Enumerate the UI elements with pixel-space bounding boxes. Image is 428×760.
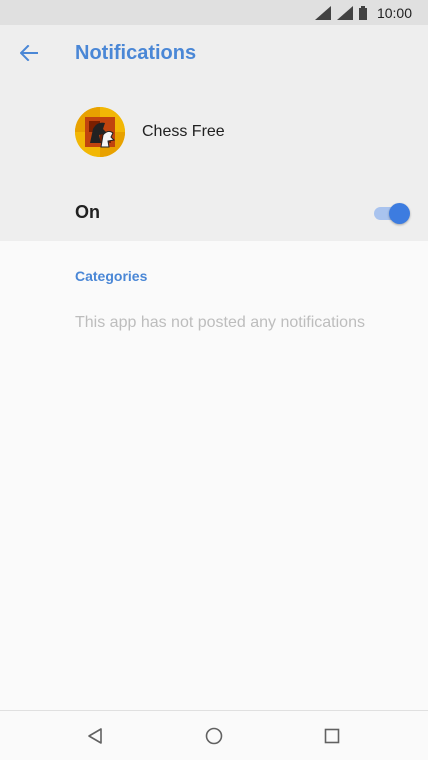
back-triangle-icon — [88, 728, 102, 744]
nav-home-button[interactable] — [202, 724, 226, 748]
notifications-toggle[interactable] — [372, 201, 410, 225]
recents-square-icon — [324, 728, 340, 744]
status-bar: 10:00 — [0, 0, 428, 25]
chess-app-icon — [75, 107, 125, 157]
wifi-signal-icon — [314, 5, 331, 20]
app-info-row: Chess Free — [75, 107, 225, 157]
app-name: Chess Free — [142, 123, 225, 140]
notifications-toggle-row[interactable]: On — [75, 200, 410, 226]
status-time: 10:00 — [376, 4, 412, 21]
home-circle-icon — [205, 727, 223, 745]
nav-recents-button[interactable] — [320, 724, 344, 748]
toolbar: Notifications — [0, 25, 428, 81]
arrow-back-icon — [20, 45, 38, 61]
battery-icon — [358, 5, 367, 20]
page-title: Notifications — [75, 42, 197, 64]
back-button[interactable] — [14, 38, 44, 68]
app-header: Notifications Chess Free On — [0, 25, 428, 241]
toggle-label: On — [75, 202, 100, 222]
categories-header: Categories — [75, 268, 148, 284]
navigation-bar — [0, 710, 428, 760]
cell-signal-icon — [336, 5, 353, 20]
nav-back-button[interactable] — [83, 724, 107, 748]
toggle-thumb — [389, 203, 410, 224]
empty-notifications-message: This app has not posted any notification… — [75, 314, 365, 331]
